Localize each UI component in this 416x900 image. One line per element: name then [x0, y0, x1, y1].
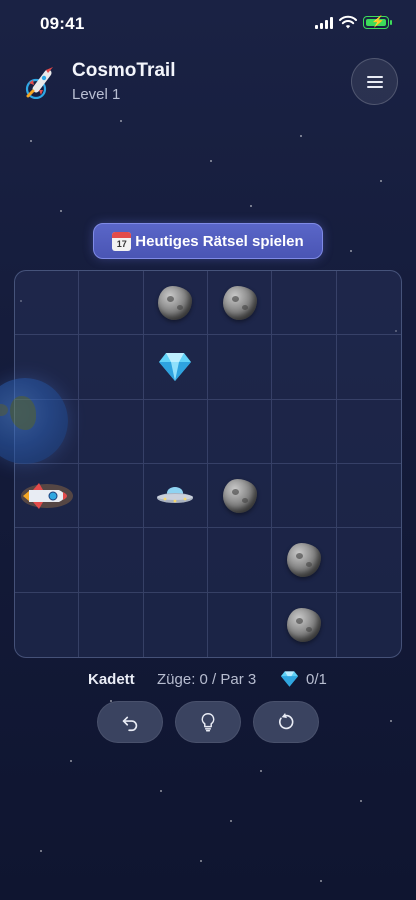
wifi-icon	[339, 15, 357, 29]
diamond-icon	[280, 671, 299, 687]
status-bar: 09:41 ⚡	[0, 0, 416, 48]
asteroid-icon	[286, 607, 321, 642]
restart-icon	[278, 712, 294, 730]
board-cell[interactable]	[79, 399, 144, 464]
daily-puzzle-label: Heutiges Rätsel spielen	[135, 232, 304, 250]
cellular-signal-icon	[315, 17, 333, 29]
board-cell[interactable]	[15, 464, 80, 529]
board-cell[interactable]	[336, 271, 401, 336]
menu-icon	[366, 75, 383, 78]
ufo-icon	[155, 485, 195, 507]
board-cell[interactable]	[143, 464, 208, 529]
board-cell[interactable]	[336, 335, 401, 400]
diamond-gem-icon	[158, 351, 192, 383]
board-grid	[15, 271, 401, 657]
asteroid-icon	[222, 285, 257, 320]
undo-icon	[122, 716, 138, 732]
board-cell[interactable]	[336, 464, 401, 529]
battery-charging-icon: ⚡	[363, 16, 392, 29]
board-cell[interactable]	[144, 592, 208, 657]
board-cell[interactable]	[208, 335, 273, 400]
restart-button[interactable]	[253, 701, 319, 743]
board-cell[interactable]	[79, 592, 144, 657]
board-cell[interactable]	[79, 335, 144, 400]
asteroid-icon	[222, 478, 257, 513]
menu-button[interactable]	[351, 58, 398, 105]
board-cell[interactable]	[272, 592, 337, 657]
board-cell[interactable]	[79, 528, 144, 593]
rocket-logo-icon	[25, 67, 53, 99]
calendar-icon: 17	[112, 231, 132, 251]
board-cell[interactable]	[208, 464, 273, 529]
rank-label: Kadett	[88, 671, 135, 688]
board-cell[interactable]	[15, 271, 80, 336]
hint-button[interactable]	[175, 701, 241, 743]
board-cell[interactable]	[143, 528, 208, 593]
board-cell[interactable]	[79, 464, 144, 529]
board-cell[interactable]	[143, 335, 208, 400]
lightbulb-icon	[201, 713, 215, 732]
board-cell[interactable]	[272, 335, 337, 400]
board-cell[interactable]	[143, 399, 208, 464]
board-cell[interactable]	[272, 271, 337, 336]
app-title: CosmoTrail	[72, 60, 176, 81]
status-time: 09:41	[40, 14, 85, 33]
level-label: Level 1	[72, 86, 121, 103]
board-cell[interactable]	[15, 592, 80, 657]
board-cell[interactable]	[79, 271, 144, 336]
board-cell[interactable]	[143, 271, 208, 336]
board-cell[interactable]	[272, 464, 337, 529]
board-cell[interactable]	[272, 399, 337, 464]
board-cell[interactable]	[336, 528, 401, 593]
board-cell[interactable]	[337, 593, 401, 657]
board-cell[interactable]	[208, 528, 273, 593]
asteroid-icon	[286, 542, 321, 577]
board-cell[interactable]	[272, 528, 337, 593]
board-cell[interactable]	[208, 399, 273, 464]
board-cell[interactable]	[15, 528, 80, 593]
game-board	[14, 270, 402, 658]
asteroid-icon	[158, 285, 193, 320]
board-cell[interactable]	[336, 400, 401, 464]
player-rocket-icon[interactable]	[19, 479, 75, 513]
undo-button[interactable]	[97, 701, 163, 743]
moves-counter: Züge: 0 / Par 3	[157, 671, 257, 688]
gem-counter: 0/1	[306, 671, 327, 688]
daily-puzzle-button[interactable]: 17 Heutiges Rätsel spielen	[93, 223, 323, 259]
board-cell[interactable]	[208, 592, 273, 657]
board-cell[interactable]	[208, 271, 273, 336]
